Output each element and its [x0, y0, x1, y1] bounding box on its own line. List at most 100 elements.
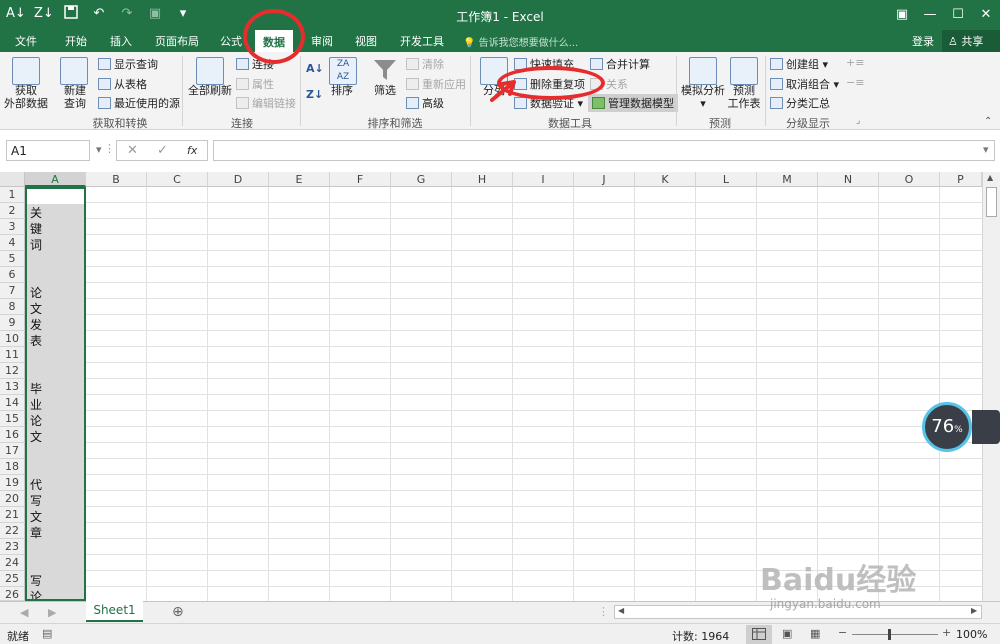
collapse-ribbon-icon[interactable]: ⌃	[984, 116, 992, 127]
cell-a1[interactable]	[30, 189, 80, 205]
new-query-button[interactable]: 新建 查询	[56, 84, 94, 110]
cell-a2[interactable]: 关	[30, 205, 80, 221]
zoom-slider-thumb[interactable]	[888, 629, 891, 640]
cell-a25[interactable]: 写	[30, 573, 80, 589]
column-header-d[interactable]: D	[208, 172, 269, 187]
page-break-view-icon[interactable]: ▦	[810, 627, 820, 640]
row-header-23[interactable]: 23	[0, 539, 25, 555]
zoom-in-icon[interactable]: +	[942, 626, 951, 639]
row-header-1[interactable]: 1	[0, 187, 25, 203]
edit-links-button[interactable]: 编辑链接	[236, 95, 296, 111]
speed-widget-side[interactable]	[972, 410, 1000, 444]
cell-a8[interactable]: 文	[30, 301, 80, 317]
advanced-filter-button[interactable]: 高级	[406, 95, 444, 111]
row-header-19[interactable]: 19	[0, 475, 25, 491]
tab-review[interactable]: 审阅	[311, 33, 333, 49]
row-header-24[interactable]: 24	[0, 555, 25, 571]
cell-grid[interactable]	[25, 187, 982, 601]
zoom-level[interactable]: 100%	[956, 628, 987, 641]
column-header-f[interactable]: F	[330, 172, 391, 187]
normal-view-icon[interactable]	[746, 625, 772, 644]
from-table-button[interactable]: 从表格	[98, 76, 147, 92]
selected-column-a[interactable]: 关键词论文发表毕业论文代写文章写论	[25, 187, 86, 601]
tab-formulas[interactable]: 公式	[220, 33, 242, 49]
tell-me-search[interactable]: 💡 告诉我您想要做什么...	[463, 34, 578, 49]
cell-a9[interactable]: 发	[30, 317, 80, 333]
row-header-8[interactable]: 8	[0, 299, 25, 315]
cell-a11[interactable]	[30, 349, 80, 365]
row-header-26[interactable]: 26	[0, 587, 25, 601]
tab-file[interactable]: 文件	[15, 33, 37, 49]
row-header-4[interactable]: 4	[0, 235, 25, 251]
column-header-i[interactable]: I	[513, 172, 574, 187]
row-header-25[interactable]: 25	[0, 571, 25, 587]
row-header-15[interactable]: 15	[0, 411, 25, 427]
new-sheet-icon[interactable]: ⊕	[172, 604, 184, 620]
minimize-icon[interactable]: —	[916, 0, 944, 30]
row-header-13[interactable]: 13	[0, 379, 25, 395]
hide-detail-icon[interactable]: −≡	[846, 76, 864, 89]
group-button[interactable]: 创建组 ▾	[770, 56, 828, 72]
column-header-p[interactable]: P	[940, 172, 982, 187]
zoom-slider[interactable]	[852, 634, 938, 635]
column-header-m[interactable]: M	[757, 172, 818, 187]
row-header-3[interactable]: 3	[0, 219, 25, 235]
macro-record-icon[interactable]: ▤	[42, 627, 52, 640]
show-detail-icon[interactable]: +≡	[846, 56, 864, 69]
page-layout-view-icon[interactable]: ▣	[782, 627, 792, 640]
scroll-up-icon[interactable]: ▲	[987, 173, 993, 182]
formula-input[interactable]	[213, 140, 995, 161]
expand-formula-bar-icon[interactable]: ▾	[983, 143, 989, 156]
cell-a6[interactable]	[30, 269, 80, 285]
speed-widget[interactable]: 76%	[922, 402, 972, 452]
cell-a13[interactable]: 毕	[30, 381, 80, 397]
maximize-icon[interactable]: ☐	[944, 0, 972, 30]
column-header-g[interactable]: G	[391, 172, 452, 187]
cell-a26[interactable]: 论	[30, 589, 80, 599]
row-header-11[interactable]: 11	[0, 347, 25, 363]
cell-a12[interactable]	[30, 365, 80, 381]
row-header-9[interactable]: 9	[0, 315, 25, 331]
sort-button[interactable]: 排序	[327, 84, 357, 97]
row-header-21[interactable]: 21	[0, 507, 25, 523]
insert-function-button[interactable]: fx	[187, 144, 197, 157]
manage-data-model-button[interactable]: 管理数据模型	[588, 94, 678, 112]
column-header-o[interactable]: O	[879, 172, 940, 187]
scroll-right-icon[interactable]: ▶	[971, 606, 977, 615]
cell-a15[interactable]: 论	[30, 413, 80, 429]
row-header-20[interactable]: 20	[0, 491, 25, 507]
sort-a-z-icon[interactable]: A↓	[306, 62, 324, 75]
cell-a5[interactable]	[30, 253, 80, 269]
sort-z-a-icon[interactable]: Z↓	[306, 88, 323, 101]
next-sheet-icon[interactable]: ▶	[48, 606, 56, 619]
cell-a4[interactable]: 词	[30, 237, 80, 253]
name-box-dropdown-icon[interactable]: ▾	[96, 143, 102, 156]
row-header-10[interactable]: 10	[0, 331, 25, 347]
refresh-all-button[interactable]: 全部刷新	[186, 84, 234, 97]
column-header-h[interactable]: H	[452, 172, 513, 187]
select-all-corner[interactable]	[0, 172, 25, 187]
what-if-analysis-button[interactable]: 模拟分析 ▾	[680, 84, 726, 110]
row-header-12[interactable]: 12	[0, 363, 25, 379]
row-header-6[interactable]: 6	[0, 267, 25, 283]
subtotal-button[interactable]: 分类汇总	[770, 95, 830, 111]
cell-a20[interactable]: 写	[30, 493, 80, 509]
row-header-5[interactable]: 5	[0, 251, 25, 267]
sheet-tab-sheet1[interactable]: Sheet1	[86, 601, 143, 622]
column-header-e[interactable]: E	[269, 172, 330, 187]
cell-a18[interactable]	[30, 461, 80, 477]
column-header-j[interactable]: J	[574, 172, 635, 187]
zoom-out-icon[interactable]: −	[838, 626, 847, 639]
consolidate-button[interactable]: 合并计算	[590, 56, 650, 72]
tab-home[interactable]: 开始	[65, 33, 87, 49]
row-header-14[interactable]: 14	[0, 395, 25, 411]
sign-in-link[interactable]: 登录	[912, 33, 934, 49]
cell-a21[interactable]: 文	[30, 509, 80, 525]
prev-sheet-icon[interactable]: ◀	[20, 606, 28, 619]
clear-button[interactable]: 清除	[406, 56, 444, 72]
cancel-icon[interactable]: ✕	[127, 143, 138, 158]
cell-a3[interactable]: 键	[30, 221, 80, 237]
cell-a14[interactable]: 业	[30, 397, 80, 413]
reapply-button[interactable]: 重新应用	[406, 76, 466, 92]
cell-a7[interactable]: 论	[30, 285, 80, 301]
